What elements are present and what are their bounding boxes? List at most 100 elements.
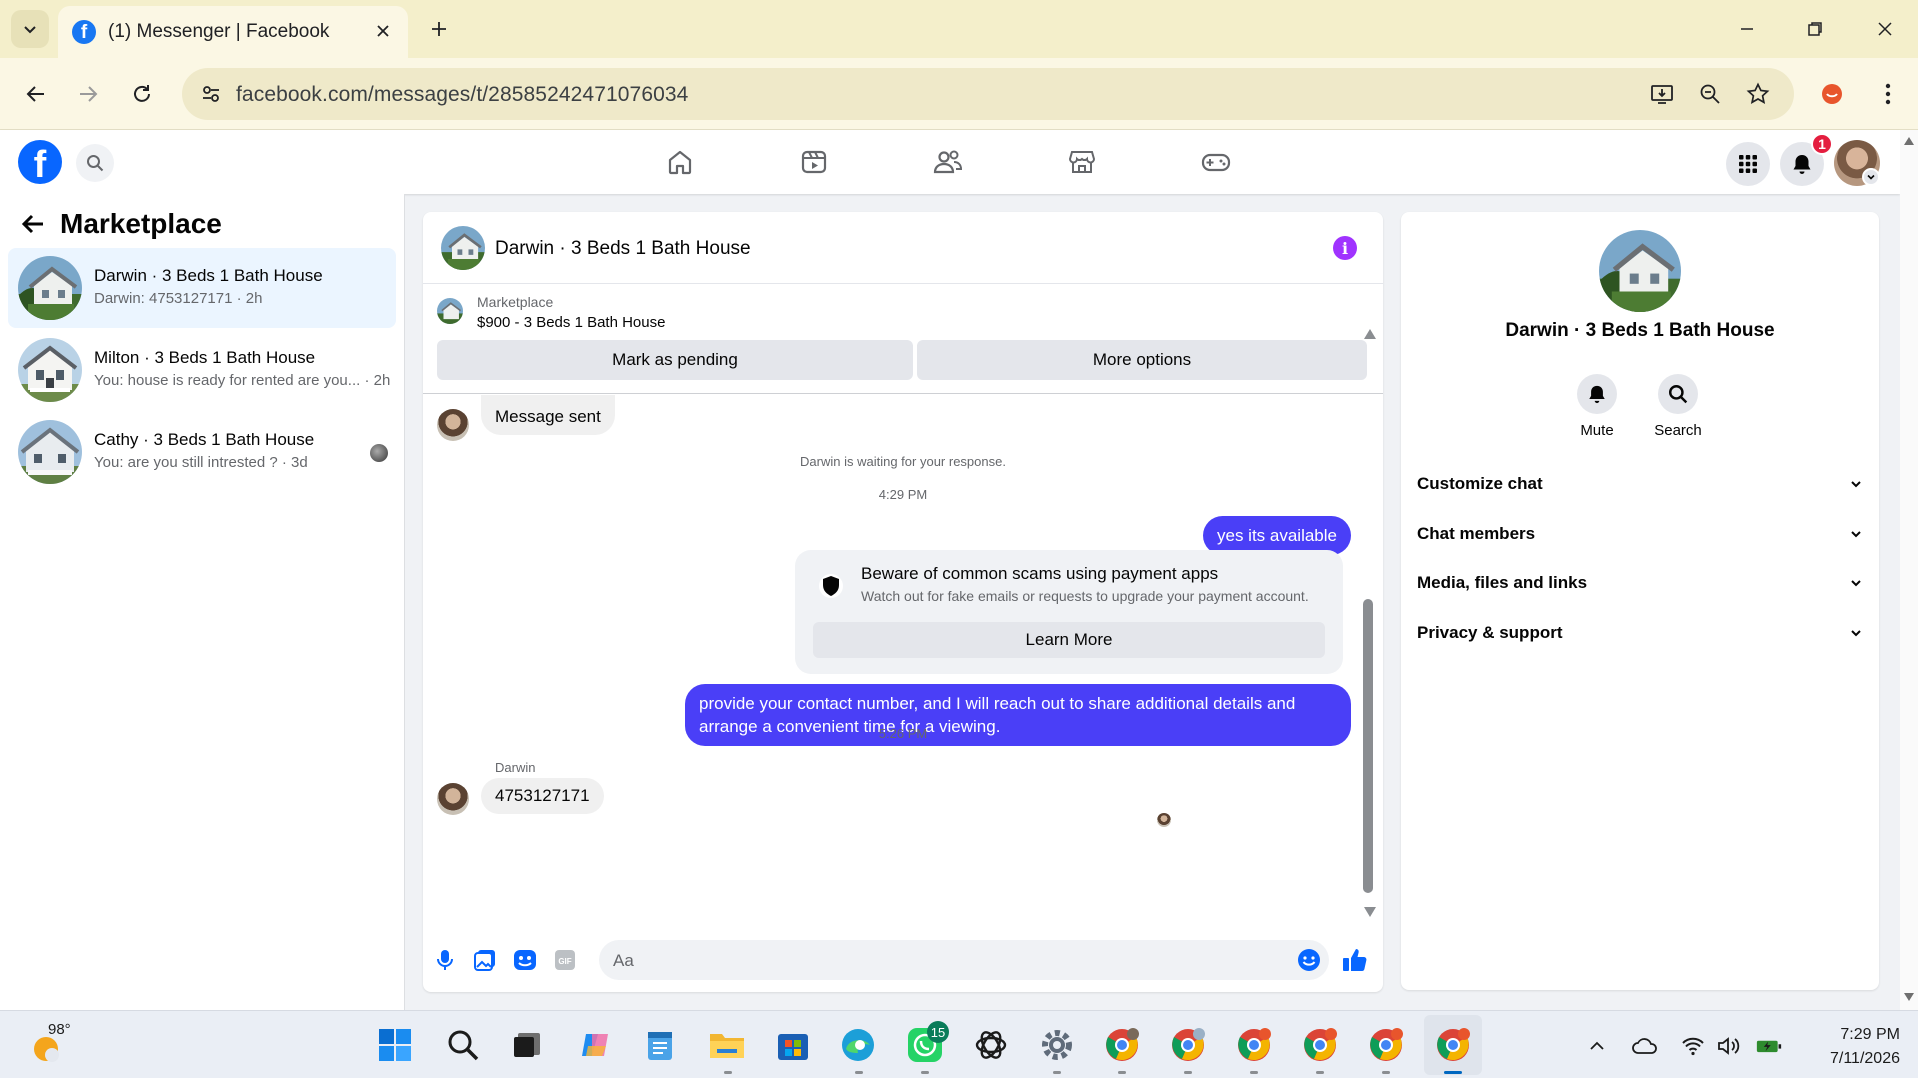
scroll-down-icon[interactable] bbox=[1903, 992, 1915, 1002]
store-icon bbox=[778, 1034, 808, 1060]
timestamp: 4:29 PM bbox=[878, 487, 928, 502]
message-input[interactable]: Aa bbox=[599, 940, 1329, 980]
chat-title[interactable]: Darwin · 3 Beds 1 Bath House bbox=[495, 238, 751, 260]
minimize-icon bbox=[1741, 28, 1753, 30]
chrome-profile-5-button[interactable] bbox=[1366, 1025, 1406, 1065]
volume-button[interactable] bbox=[1716, 1033, 1742, 1059]
nav-gaming[interactable] bbox=[1200, 146, 1232, 178]
gaming-icon bbox=[1201, 153, 1231, 172]
menu-button[interactable] bbox=[1726, 142, 1770, 186]
more-options-button[interactable]: More options bbox=[917, 340, 1367, 380]
conversation-item[interactable]: Darwin · 3 Beds 1 Bath House Darwin: 475… bbox=[8, 248, 396, 328]
mute-button[interactable]: Mute bbox=[1567, 374, 1627, 439]
back-arrow-icon[interactable] bbox=[20, 211, 46, 237]
scroll-down-icon[interactable] bbox=[1363, 906, 1377, 918]
copilot-button[interactable] bbox=[575, 1025, 615, 1065]
chrome-profile-2-button[interactable] bbox=[1168, 1025, 1208, 1065]
zoom-button[interactable] bbox=[1696, 80, 1724, 108]
install-app-button[interactable] bbox=[1648, 80, 1676, 108]
conversation-info-button[interactable]: i bbox=[1333, 236, 1357, 260]
conversation-item[interactable]: Milton · 3 Beds 1 Bath House You: house … bbox=[8, 330, 396, 410]
chatgpt-button[interactable] bbox=[971, 1025, 1011, 1065]
voice-clip-button[interactable] bbox=[431, 946, 459, 974]
running-indicator bbox=[1184, 1071, 1192, 1074]
page-scrollbar[interactable] bbox=[1900, 130, 1918, 1010]
mark-as-pending-button[interactable]: Mark as pending bbox=[437, 340, 913, 380]
send-like-button[interactable] bbox=[1341, 946, 1369, 974]
restore-button[interactable] bbox=[1792, 12, 1838, 46]
browser-tab[interactable]: f (1) Messenger | Facebook bbox=[58, 6, 408, 58]
section-customize-chat[interactable]: Customize chat bbox=[1417, 464, 1863, 504]
taskbar: 98° 15 7:29 PM 7/11/2026 bbox=[0, 1010, 1918, 1078]
section-privacy-support[interactable]: Privacy & support bbox=[1417, 613, 1863, 653]
notification-badge: 1 bbox=[1811, 133, 1833, 155]
nav-home[interactable] bbox=[664, 146, 696, 178]
timestamp: 5:26 PM bbox=[878, 726, 928, 741]
listing-title[interactable]: $900 - 3 Beds 1 Bath House bbox=[477, 314, 665, 331]
emoji-icon[interactable] bbox=[1297, 948, 1321, 972]
info-avatar bbox=[1599, 230, 1681, 312]
learn-more-button[interactable]: Learn More bbox=[813, 622, 1325, 658]
attach-photo-button[interactable] bbox=[471, 946, 499, 974]
forward-button[interactable] bbox=[68, 74, 108, 114]
chat-avatar[interactable] bbox=[441, 226, 485, 270]
bookmark-button[interactable] bbox=[1744, 80, 1772, 108]
site-info-button[interactable] bbox=[196, 79, 226, 109]
gear-icon bbox=[1042, 1030, 1072, 1060]
message-input-placeholder: Aa bbox=[613, 951, 634, 970]
scroll-up-icon[interactable] bbox=[1363, 328, 1377, 340]
chrome-active-button[interactable] bbox=[1433, 1025, 1473, 1065]
facebook-logo[interactable]: f bbox=[18, 140, 62, 184]
wifi-button[interactable] bbox=[1680, 1033, 1706, 1059]
system-clock[interactable]: 7:29 PM 7/11/2026 bbox=[1790, 1023, 1900, 1071]
nav-video[interactable] bbox=[798, 146, 830, 178]
tab-search-button[interactable] bbox=[11, 10, 49, 48]
reload-button[interactable] bbox=[122, 74, 162, 114]
waiting-notice: Darwin is waiting for your response. bbox=[800, 454, 1006, 469]
minimize-button[interactable] bbox=[1724, 12, 1770, 46]
notepad-button[interactable] bbox=[640, 1025, 680, 1065]
nav-friends[interactable] bbox=[932, 146, 964, 178]
settings-button[interactable] bbox=[1037, 1025, 1077, 1065]
chrome-profile-1-button[interactable] bbox=[1102, 1025, 1142, 1065]
close-window-button[interactable] bbox=[1862, 12, 1908, 46]
browser-menu-button[interactable] bbox=[1874, 80, 1902, 108]
sticker-button[interactable] bbox=[511, 946, 539, 974]
show-hidden-icons-button[interactable] bbox=[1584, 1033, 1610, 1059]
nav-marketplace[interactable] bbox=[1066, 146, 1098, 178]
section-chat-members[interactable]: Chat members bbox=[1417, 514, 1863, 554]
extension-button[interactable] bbox=[1818, 80, 1846, 108]
section-label: Media, files and links bbox=[1417, 573, 1588, 592]
listing-thumbnail[interactable] bbox=[437, 298, 463, 324]
facebook-search-button[interactable] bbox=[76, 144, 114, 182]
chrome-profile-4-button[interactable] bbox=[1300, 1025, 1340, 1065]
store-button[interactable] bbox=[773, 1025, 813, 1065]
new-tab-button[interactable] bbox=[424, 14, 454, 44]
taskbar-search-button[interactable] bbox=[443, 1025, 483, 1065]
back-button[interactable] bbox=[16, 74, 56, 114]
address-bar[interactable]: facebook.com/messages/t/2858524247107603… bbox=[182, 68, 1794, 120]
chat-scrollbar[interactable] bbox=[1363, 599, 1373, 893]
chrome-profile-3-button[interactable] bbox=[1234, 1025, 1274, 1065]
account-caret[interactable] bbox=[1862, 168, 1880, 186]
svg-text:GIF: GIF bbox=[558, 957, 571, 966]
gif-button[interactable]: GIF bbox=[551, 946, 579, 974]
battery-button[interactable] bbox=[1756, 1033, 1782, 1059]
running-indicator bbox=[1316, 1071, 1324, 1074]
chrome-icon bbox=[1304, 1028, 1337, 1061]
section-media-files-links[interactable]: Media, files and links bbox=[1417, 563, 1863, 603]
task-view-button[interactable] bbox=[507, 1025, 547, 1065]
tab-close-button[interactable] bbox=[372, 20, 394, 42]
file-explorer-button[interactable] bbox=[707, 1025, 747, 1065]
scam-warning-card: Beware of common scams using payment app… bbox=[795, 550, 1343, 674]
conversation-preview: You: are you still intrested ? · 3d bbox=[94, 454, 308, 471]
start-button[interactable] bbox=[375, 1025, 415, 1065]
extension-icon bbox=[1822, 84, 1842, 104]
conversation-item[interactable]: Cathy · 3 Beds 1 Bath House You: are you… bbox=[8, 412, 396, 492]
scroll-up-icon[interactable] bbox=[1903, 136, 1915, 146]
search-in-conversation-button[interactable]: Search bbox=[1648, 374, 1708, 439]
edge-button[interactable] bbox=[838, 1025, 878, 1065]
arrow-left-icon bbox=[26, 86, 44, 102]
search-icon bbox=[1669, 385, 1688, 404]
onedrive-button[interactable] bbox=[1632, 1033, 1658, 1059]
